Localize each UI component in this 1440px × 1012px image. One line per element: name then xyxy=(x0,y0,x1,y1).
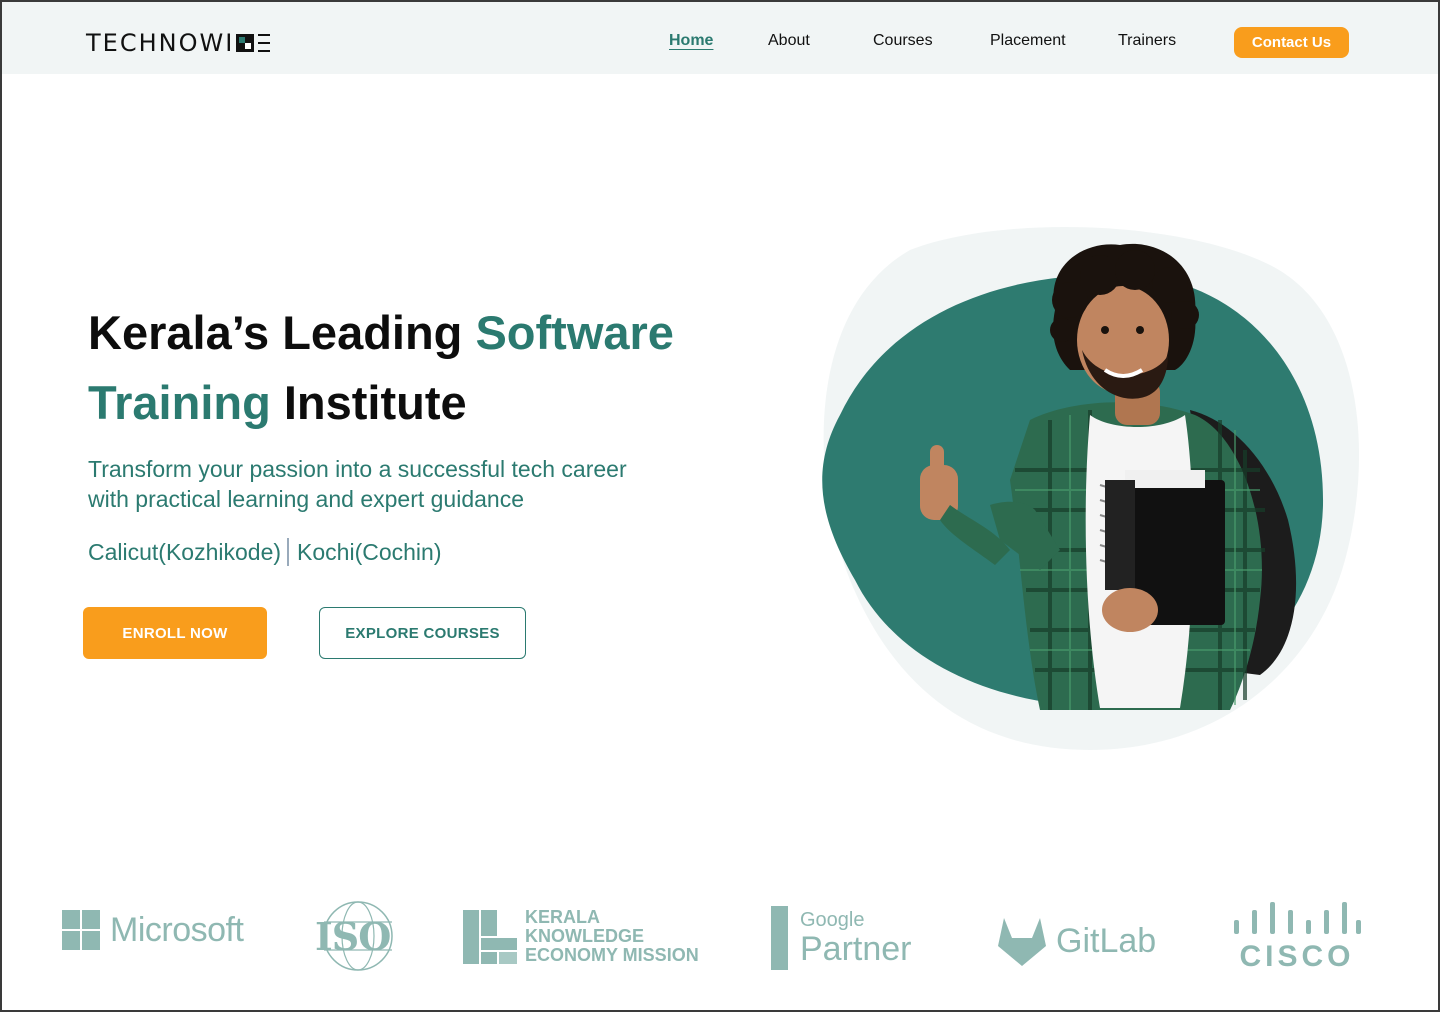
headline-part2: Institute xyxy=(270,376,467,429)
subtitle-line2: with practical learning and expert guida… xyxy=(88,486,524,512)
headline-accent-training: Training xyxy=(88,376,271,429)
microsoft-text: Microsoft xyxy=(110,910,244,949)
hero-student-image xyxy=(822,227,1360,750)
microsoft-icon xyxy=(62,910,100,950)
locations: Calicut(Kozhikode) Kochi(Cochin) xyxy=(88,538,441,566)
logo-e-icon xyxy=(258,34,271,52)
location-divider xyxy=(287,538,290,566)
contact-us-button[interactable]: Contact Us xyxy=(1234,27,1349,58)
headline-accent-software: Software xyxy=(475,306,674,359)
kkem-mark-icon xyxy=(463,909,517,964)
google-partner-bar xyxy=(771,906,788,970)
logo-mark-icon xyxy=(236,34,255,52)
iso-text: ISO xyxy=(315,914,391,959)
partner-logos: Microsoft ISO KERALA KNOWLEDGE ECONOMY M… xyxy=(0,890,1440,990)
gitlab-icon xyxy=(998,918,1046,966)
cisco-logo: CISCO xyxy=(1232,902,1362,974)
cisco-text: CISCO xyxy=(1239,940,1355,973)
enroll-now-button[interactable]: ENROLL NOW xyxy=(83,607,267,659)
kkem-line1: KERALA xyxy=(525,907,600,927)
explore-courses-button[interactable]: EXPLORE COURSES xyxy=(319,607,526,659)
kkem-line2: KNOWLEDGE xyxy=(525,926,644,946)
gitlab-text: GitLab xyxy=(1056,921,1157,960)
technowise-logo[interactable]: TECHNOWI xyxy=(86,28,272,58)
location-kochi: Kochi(Cochin) xyxy=(297,538,442,565)
top-navbar: TECHNOWI Home About Courses Placement Tr… xyxy=(2,2,1438,74)
google-partner-logo: Google Partner xyxy=(771,906,912,970)
partner-text: Partner xyxy=(800,930,912,968)
google-text: Google xyxy=(800,909,865,931)
nav-trainers[interactable]: Trainers xyxy=(1118,32,1176,50)
kkem-line3: ECONOMY MISSION xyxy=(525,945,699,965)
subtitle-line1: Transform your passion into a successful… xyxy=(88,456,627,482)
hero-subtitle: Transform your passion into a successful… xyxy=(88,454,708,514)
nav-about[interactable]: About xyxy=(768,32,810,50)
location-calicut: Calicut(Kozhikode) xyxy=(88,538,282,565)
kkem-logo: KERALA KNOWLEDGE ECONOMY MISSION xyxy=(463,908,699,965)
headline-part1: Kerala’s Leading xyxy=(88,306,476,359)
nav-home[interactable]: Home xyxy=(669,32,713,50)
cisco-bars-icon xyxy=(1234,902,1361,934)
gitlab-logo: GitLab xyxy=(996,916,1156,966)
microsoft-logo: Microsoft xyxy=(62,910,244,950)
iso-logo: ISO xyxy=(313,900,403,972)
nav-courses[interactable]: Courses xyxy=(873,32,933,50)
nav-placement[interactable]: Placement xyxy=(990,32,1066,50)
hero-headline: Kerala’s Leading Software Training Insti… xyxy=(88,298,728,438)
